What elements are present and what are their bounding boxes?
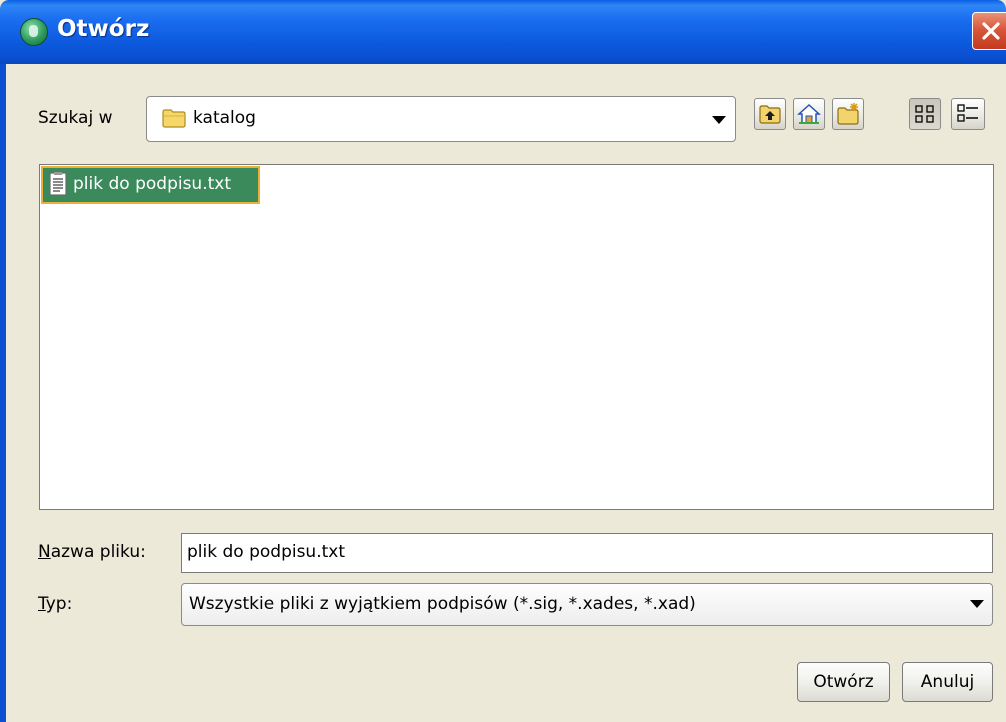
type-label: Typ: [38,594,73,614]
title-bar[interactable]: Otwórz [0,0,1006,64]
home-icon [797,103,821,124]
open-file-dialog: Otwórz Szukaj w katalog plik do podpisu.… [0,0,1006,722]
new-folder-icon [837,103,859,125]
filename-field[interactable] [181,533,993,573]
up-one-level-button[interactable] [754,98,786,130]
chevron-down-icon[interactable] [712,116,726,124]
file-name: plik do podpisu.txt [73,174,232,194]
folder-up-icon [759,105,781,124]
filename-label: Nazwa pliku: [38,542,146,562]
file-type-value: Wszystkie pliki z wyjątkiem podpisów (*.… [189,594,696,614]
chevron-down-icon[interactable] [970,600,984,608]
text-file-icon [49,172,67,196]
details-view-button[interactable] [951,98,985,130]
cancel-button[interactable]: Anuluj [902,662,993,702]
close-icon [982,22,1000,40]
window-frame-left [0,64,6,722]
home-button[interactable] [793,98,825,130]
close-button[interactable] [972,12,1006,50]
look-in-value: katalog [193,108,256,128]
list-view-button[interactable] [909,98,941,130]
look-in-label: Szukaj w [38,108,113,128]
folder-icon [162,109,186,128]
list-view-icon [915,105,934,123]
filename-input[interactable] [182,534,967,570]
new-folder-button[interactable] [832,98,864,130]
open-button[interactable]: Otwórz [797,662,890,702]
details-view-icon [957,104,978,122]
file-list[interactable] [39,164,994,510]
window-title: Otwórz [57,16,150,42]
app-icon [20,18,48,46]
